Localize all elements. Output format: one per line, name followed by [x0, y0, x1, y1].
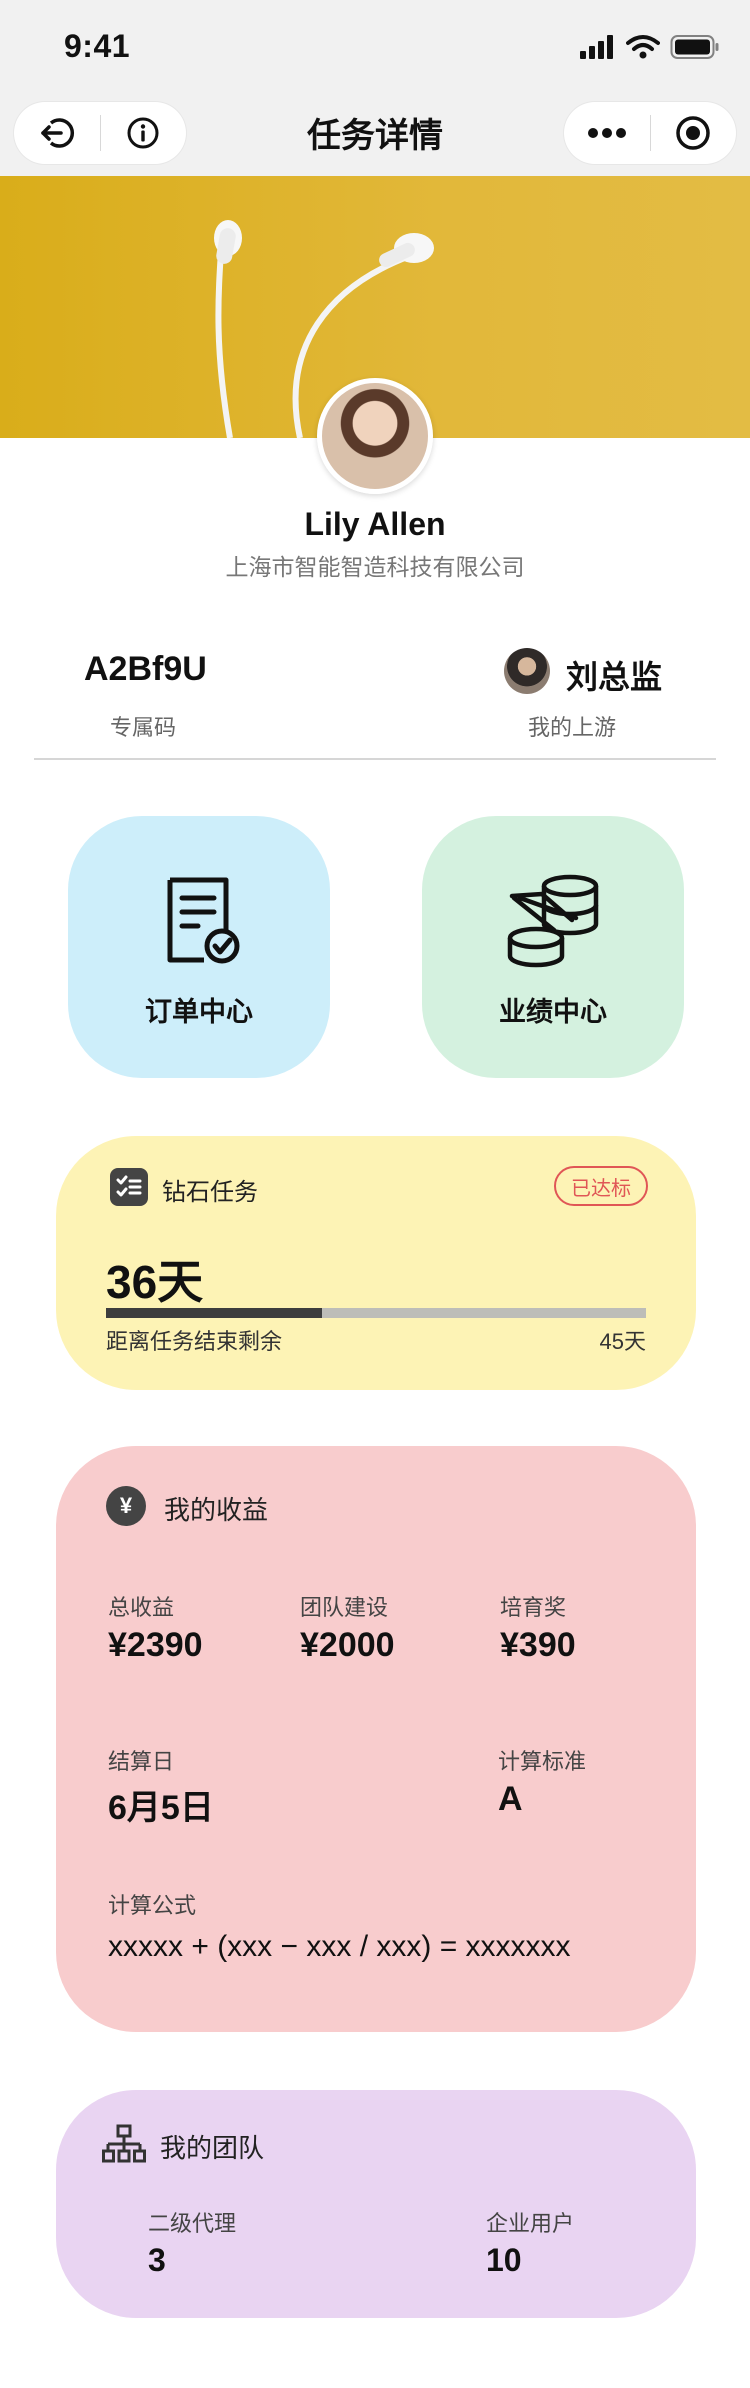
- total-income-label: 总收益: [108, 1595, 175, 1620]
- exclusive-code-value: A2Bf9U: [84, 650, 207, 688]
- team-title: 我的团队: [160, 2133, 265, 2163]
- training-award-value: ¥390: [500, 1626, 576, 1664]
- team-card[interactable]: 我的团队 二级代理 3 企业用户 10: [56, 2090, 696, 2318]
- upstream-avatar: [504, 648, 550, 694]
- more-dots-icon: [587, 128, 626, 138]
- wifi-icon: [626, 35, 660, 59]
- status-time: 9:41: [64, 28, 131, 64]
- status-badge: 已达标: [554, 1166, 648, 1206]
- order-center-tile[interactable]: 订单中心: [68, 816, 330, 1078]
- upstream-label: 我的上游: [528, 715, 617, 740]
- user-avatar[interactable]: [317, 378, 433, 494]
- task-progress-bar: [106, 1308, 646, 1318]
- earnings-card[interactable]: ¥ 我的收益 总收益 ¥2390 团队建设 ¥2000 培育奖 ¥390 结算日…: [56, 1446, 696, 2032]
- more-button[interactable]: [564, 102, 650, 164]
- coins-stack-icon: [507, 874, 599, 968]
- order-center-label: 订单中心: [145, 997, 253, 1027]
- checklist-icon: [110, 1168, 148, 1206]
- formula-value: xxxxx + (xxx − xxx / xxx) = xxxxxxx: [108, 1930, 571, 1963]
- exclusive-code-label: 专属码: [110, 715, 177, 740]
- company-name: 上海市智能智造科技有限公司: [225, 554, 525, 580]
- settlement-day-value: 6月5日: [108, 1789, 214, 1827]
- signal-icon: [580, 35, 613, 59]
- calc-standard-label: 计算标准: [498, 1749, 587, 1774]
- team-build-value: ¥2000: [300, 1626, 395, 1664]
- org-chart-icon: [102, 2124, 146, 2163]
- yuan-icon: ¥: [106, 1486, 146, 1526]
- status-icons: [580, 30, 720, 64]
- target-circle-icon: [676, 116, 710, 150]
- performance-center-label: 业绩中心: [499, 997, 607, 1027]
- diamond-task-title: 钻石任务: [162, 1179, 258, 1206]
- second-agent-label: 二级代理: [148, 2211, 237, 2236]
- total-days: 45天: [599, 1329, 646, 1354]
- second-agent-value: 3: [148, 2242, 166, 2278]
- enterprise-user-value: 10: [486, 2242, 522, 2278]
- enterprise-user-label: 企业用户: [486, 2211, 575, 2236]
- calc-standard-value: A: [498, 1780, 523, 1818]
- earnings-title: 我的收益: [164, 1495, 269, 1525]
- upstream-name: 刘总监: [566, 659, 663, 695]
- user-name: Lily Allen: [304, 506, 446, 542]
- divider: [34, 758, 716, 760]
- close-miniapp-button[interactable]: [651, 102, 737, 164]
- formula-label: 计算公式: [108, 1893, 197, 1918]
- training-award-label: 培育奖: [500, 1595, 567, 1620]
- nav-right-group: [564, 102, 736, 164]
- remaining-days: 36天: [106, 1256, 204, 1308]
- remaining-label: 距离任务结束剩余: [106, 1329, 283, 1354]
- top-bar: 9:41 任务详情: [0, 0, 750, 176]
- document-check-icon: [167, 877, 240, 964]
- team-build-label: 团队建设: [300, 1595, 389, 1620]
- performance-center-tile[interactable]: 业绩中心: [422, 816, 684, 1078]
- task-progress-fill: [106, 1308, 322, 1318]
- total-income-value: ¥2390: [108, 1626, 203, 1664]
- battery-icon: [670, 35, 719, 59]
- exclusive-code[interactable]: A2Bf9U 专属码: [84, 650, 264, 740]
- diamond-task-card[interactable]: 钻石任务 已达标 36天 距离任务结束剩余 45天: [56, 1136, 696, 1390]
- settlement-day-label: 结算日: [108, 1749, 175, 1774]
